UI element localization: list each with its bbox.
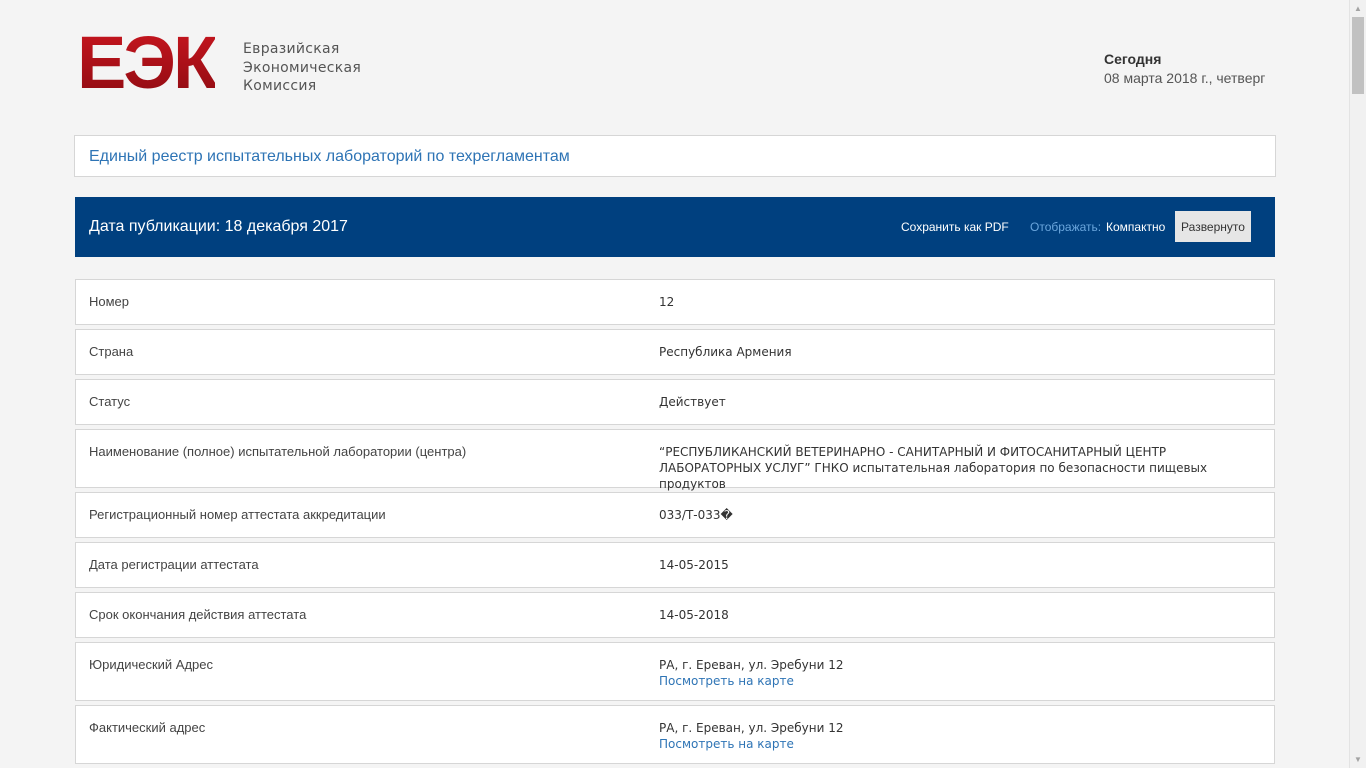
row-label: Дата регистрации аттестата	[89, 557, 259, 572]
page: ЕЭК Евразийская Экономическая Комиссия С…	[0, 0, 1349, 768]
logo-line-1: Евразийская	[243, 41, 340, 57]
scroll-down-arrow-icon[interactable]: ▼	[1350, 751, 1366, 768]
table-row: Юридический Адрес РА, г. Ереван, ул. Эре…	[75, 642, 1275, 701]
save-pdf-button[interactable]: Сохранить как PDF	[901, 220, 1009, 234]
table-row: Наименование (полное) испытательной лабо…	[75, 429, 1275, 491]
header: ЕЭК Евразийская Экономическая Комиссия С…	[75, 26, 1275, 102]
row-value: 12	[659, 295, 675, 309]
row-label: Регистрационный номер аттестата аккредит…	[89, 507, 386, 522]
table-row: Статус Действует	[75, 379, 1275, 425]
scroll-up-arrow-icon[interactable]: ▲	[1350, 0, 1366, 17]
row-value: Республика Армения	[659, 345, 792, 359]
registry-title-box: Единый реестр испытательных лабораторий …	[74, 135, 1276, 177]
row-label: Страна	[89, 344, 134, 359]
publication-bar: Дата публикации: 18 декабря 2017 Сохрани…	[75, 197, 1275, 257]
row-label: Наименование (полное) испытательной лабо…	[89, 444, 467, 459]
row-value: 14-05-2018	[659, 608, 729, 622]
logo-text: Евразийская Экономическая Комиссия	[243, 40, 361, 96]
row-value: Действует	[659, 395, 726, 409]
expanded-view-button[interactable]: Развернуто	[1175, 211, 1251, 242]
row-label: Фактический адрес	[89, 720, 206, 735]
logo-line-3: Комиссия	[243, 78, 317, 94]
table-row: Срок окончания действия аттестата 14-05-…	[75, 592, 1275, 638]
eek-logo[interactable]: ЕЭК	[77, 26, 218, 100]
address-text: РА, г. Ереван, ул. Эребуни 12	[659, 658, 844, 672]
logo-line-2: Экономическая	[243, 59, 362, 76]
view-on-map-link[interactable]: Посмотреть на карте	[659, 673, 1259, 689]
view-on-map-link[interactable]: Посмотреть на карте	[659, 736, 1259, 752]
today-label: Сегодня	[1104, 51, 1162, 67]
vertical-scrollbar[interactable]: ▲ ▼	[1349, 0, 1366, 768]
row-value: 14-05-2015	[659, 558, 729, 572]
display-mode-label: Отображать:	[1030, 220, 1102, 234]
address-text: РА, г. Ереван, ул. Эребуни 12	[659, 721, 844, 735]
table-row: Страна Республика Армения	[75, 329, 1275, 375]
row-value: “РЕСПУБЛИКАНСКИЙ ВЕТЕРИНАРНО - САНИТАРНЫ…	[659, 445, 1208, 491]
row-label: Юридический Адрес	[89, 657, 214, 672]
details-table: Номер 12 Страна Республика Армения Стату…	[75, 279, 1275, 768]
row-value: РА, г. Ереван, ул. Эребуни 12 Посмотреть…	[659, 720, 1259, 752]
table-row: Фактический адрес РА, г. Ереван, ул. Эре…	[75, 705, 1275, 764]
registry-title-link[interactable]: Единый реестр испытательных лабораторий …	[89, 148, 570, 166]
row-label: Срок окончания действия аттестата	[89, 607, 307, 622]
row-label: Номер	[89, 294, 130, 309]
row-value: 033/Т-033�	[659, 508, 733, 522]
table-row: Дата регистрации аттестата 14-05-2015	[75, 542, 1275, 588]
row-label: Статус	[89, 394, 131, 409]
table-row: Регистрационный номер аттестата аккредит…	[75, 492, 1275, 538]
row-value: РА, г. Ереван, ул. Эребуни 12 Посмотреть…	[659, 657, 1259, 689]
table-row: Номер 12	[75, 279, 1275, 325]
publication-date: Дата публикации: 18 декабря 2017	[89, 218, 348, 235]
scrollbar-thumb[interactable]	[1352, 17, 1364, 94]
today-date: 08 марта 2018 г., четверг	[1104, 70, 1266, 86]
compact-view-button[interactable]: Компактно	[1106, 220, 1165, 234]
today-block: Сегодня 08 марта 2018 г., четверг	[1104, 50, 1275, 88]
